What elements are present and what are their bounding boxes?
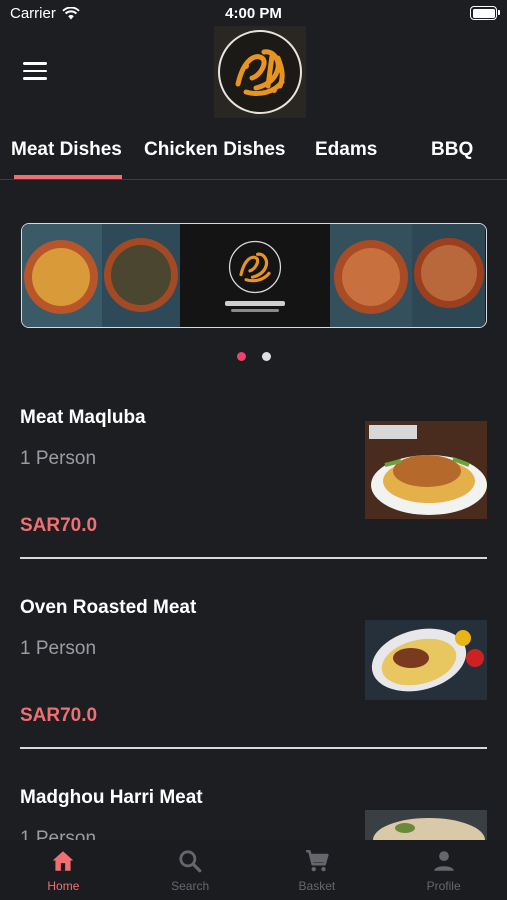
header — [0, 26, 507, 118]
nav-home[interactable]: Home — [0, 840, 127, 900]
item-photo — [365, 810, 487, 840]
nav-profile-label: Profile — [426, 879, 461, 893]
carousel-page-indicator — [0, 352, 507, 361]
item-name: Oven Roasted Meat — [20, 597, 197, 618]
home-icon — [53, 851, 74, 871]
active-tab-indicator — [14, 175, 122, 179]
banner-logo — [180, 224, 330, 327]
nav-basket[interactable]: Basket — [254, 840, 381, 900]
menu-item-meat-maqluba[interactable]: Meat Maqluba 1 Person SAR70.0 — [20, 380, 487, 560]
item-price: SAR70.0 — [20, 705, 98, 726]
nav-home-label: Home — [47, 879, 80, 893]
status-time: 4:00 PM — [225, 5, 282, 22]
nav-profile[interactable]: Profile — [380, 840, 507, 900]
menu-item-oven-roasted-meat[interactable]: Oven Roasted Meat 1 Person SAR70.0 — [20, 570, 487, 750]
tab-edams[interactable]: Edams — [315, 139, 377, 161]
nav-search[interactable]: Search — [127, 840, 254, 900]
menu-icon-bar — [23, 62, 47, 65]
item-portion: 1 Person — [20, 448, 97, 469]
nav-search-label: Search — [171, 879, 210, 893]
logo-emblem — [218, 30, 302, 114]
menu-button[interactable] — [23, 62, 47, 80]
banner-photo-stew — [22, 224, 102, 327]
status-bar: Carrier 4:00 PM — [0, 0, 507, 28]
cart-icon — [306, 849, 329, 872]
item-divider — [20, 747, 487, 749]
restaurant-logo — [214, 26, 306, 118]
banner-photo-soup — [102, 224, 180, 327]
tab-chicken-dishes[interactable]: Chicken Dishes — [144, 139, 286, 161]
search-icon — [179, 850, 202, 873]
person-icon — [433, 851, 454, 871]
item-photo — [365, 421, 487, 519]
item-photo — [365, 620, 487, 700]
banner-photo-meat-stew — [412, 224, 485, 327]
item-divider — [20, 557, 487, 559]
carousel-dot[interactable] — [261, 352, 271, 361]
promo-banner[interactable] — [21, 223, 487, 328]
menu-icon-bar — [23, 77, 47, 80]
item-name: Madghou Harri Meat — [20, 787, 203, 808]
item-price: SAR70.0 — [20, 515, 98, 536]
bottom-tab-bar: Home Search Basket Profile — [0, 840, 507, 900]
tab-bbq[interactable]: BBQ — [431, 139, 473, 161]
item-name: Meat Maqluba — [20, 407, 146, 428]
item-portion: 1 Person — [20, 638, 97, 659]
battery-icon — [470, 6, 500, 20]
tab-meat-dishes[interactable]: Meat Dishes — [11, 139, 122, 161]
banner-logo-emblem — [228, 240, 282, 294]
menu-icon-bar — [23, 69, 47, 72]
carousel-dot-active[interactable] — [236, 352, 246, 361]
category-tabs: Meat Dishes Chicken Dishes Edams BBQ — [0, 130, 507, 180]
nav-basket-label: Basket — [298, 879, 336, 893]
banner-photo-tomato-stew — [330, 224, 412, 327]
